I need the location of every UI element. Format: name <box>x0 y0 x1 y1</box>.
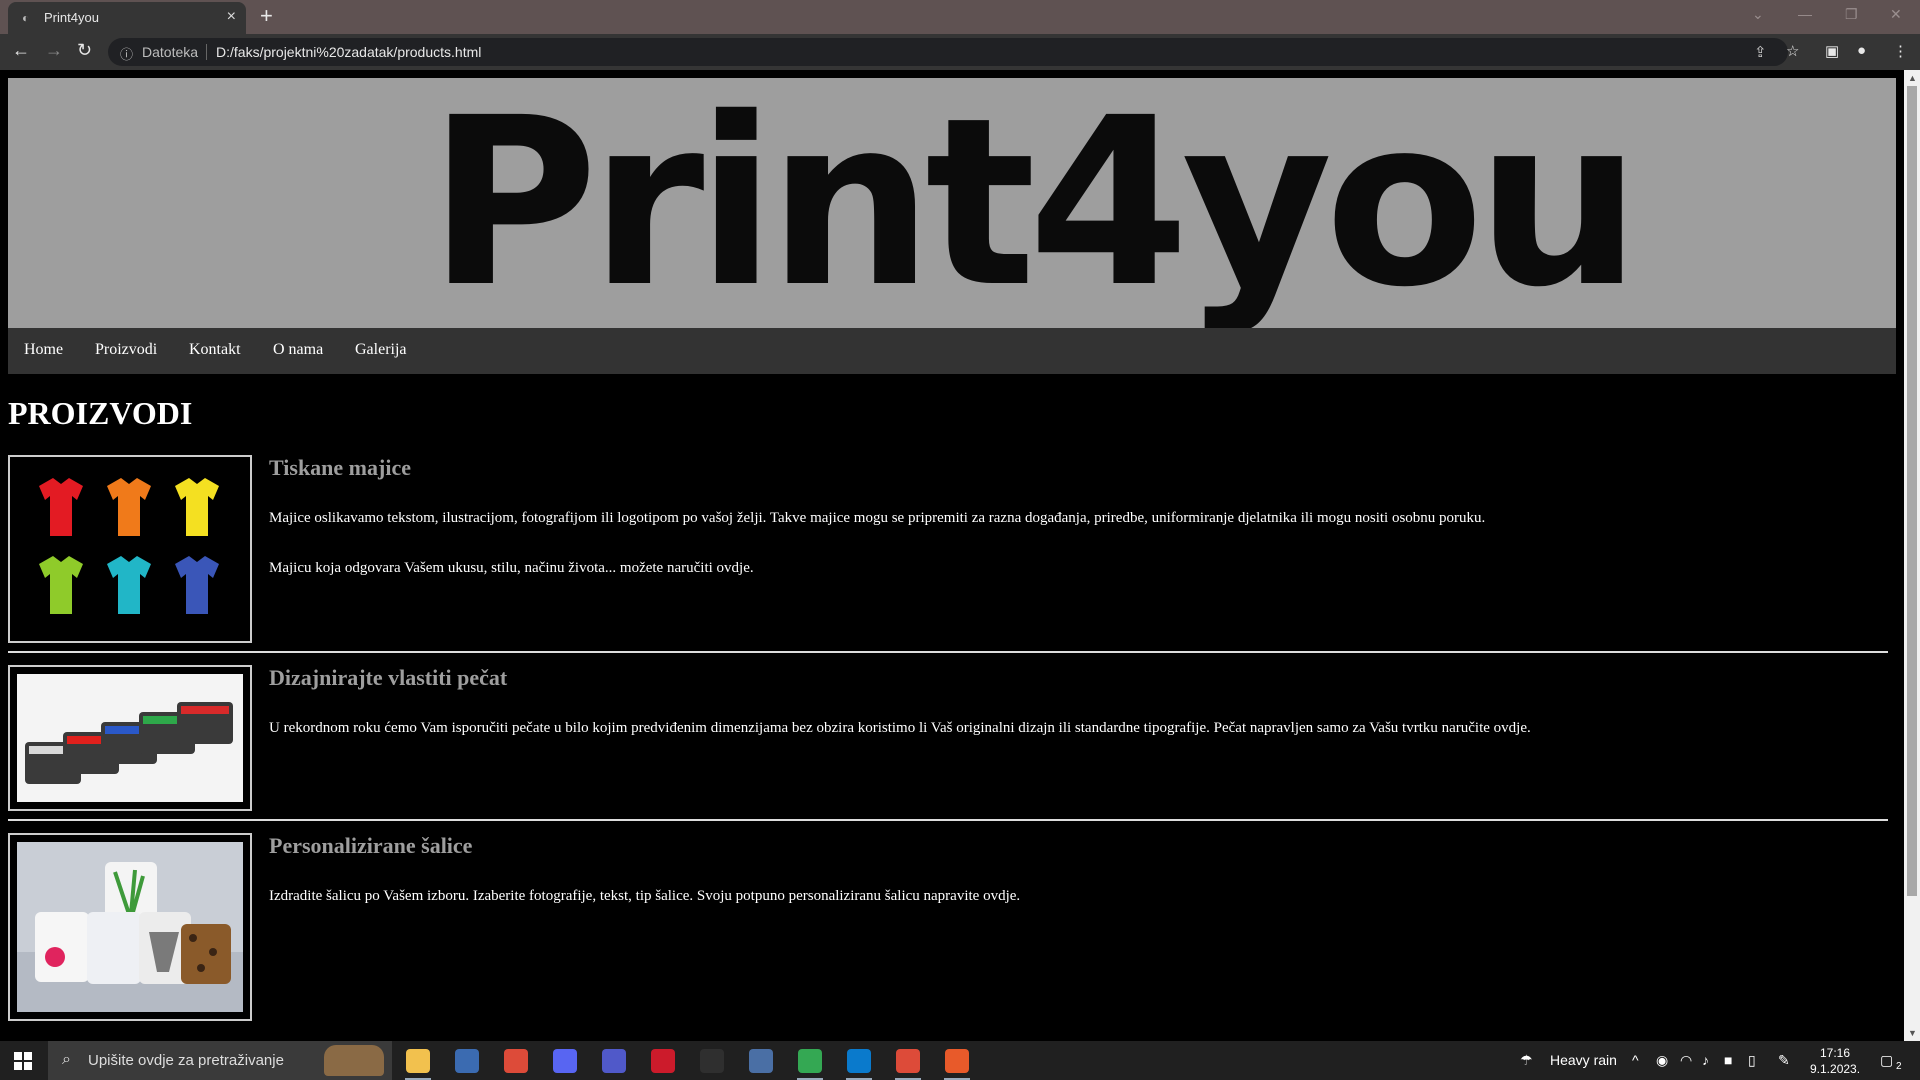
chrome-active-icon[interactable] <box>896 1049 920 1073</box>
browser-toolbar: ← → ↻ ⓘ Datoteka D:/faks/projektni%20zad… <box>0 34 1920 70</box>
search-highlight-image <box>324 1045 384 1076</box>
mugs-image <box>8 833 252 1021</box>
product-title: Tiskane majice <box>269 455 411 480</box>
site-nav: Home Proizvodi Kontakt O nama Galerija <box>8 328 1896 374</box>
share-icon[interactable]: ⇪ <box>1754 43 1767 61</box>
product-description: U rekordnom roku ćemo Vam isporučiti peč… <box>269 720 1531 736</box>
back-icon[interactable]: ← <box>12 40 30 61</box>
scroll-down-icon[interactable]: ▼ <box>1908 1028 1917 1038</box>
nav-kontakt[interactable]: Kontakt <box>189 341 241 359</box>
product-order-text: Majicu koja odgovara Vašem ukusu, stilu,… <box>269 560 754 576</box>
product-divider <box>8 651 1888 653</box>
address-scheme: Datoteka <box>142 44 199 60</box>
nav-galerija[interactable]: Galerija <box>355 341 407 359</box>
product-description: Majice oslikavamo tekstom, ilustracijom,… <box>269 510 1486 526</box>
tshirt <box>107 478 151 536</box>
info-icon[interactable]: ⓘ <box>120 44 133 63</box>
new-tab-button[interactable]: + <box>260 3 273 29</box>
taskbar-search[interactable]: ⌕ Upišite ovdje za pretraživanje <box>48 1041 392 1080</box>
url-text[interactable]: D:/faks/projektni%20zadatak/products.htm… <box>216 44 481 60</box>
bluej-icon[interactable] <box>455 1049 479 1073</box>
close-tab-icon[interactable]: × <box>227 8 236 26</box>
mugs-illustration <box>17 842 243 1012</box>
paint-icon[interactable] <box>945 1049 969 1073</box>
chrome-profile-icon[interactable] <box>798 1049 822 1073</box>
tshirts-illustration <box>39 478 219 614</box>
clock-date: 9.1.2023. <box>1810 1062 1861 1076</box>
menu-icon[interactable]: ⋮ <box>1893 42 1908 60</box>
product-divider <box>8 819 1888 821</box>
product-title: Dizajnirajte vlastiti pečat <box>269 665 508 690</box>
page-scrollbar[interactable]: ▲ ▼ <box>1904 70 1920 1041</box>
tshirts-image <box>8 455 252 643</box>
search-icon: ⌕ <box>62 1051 71 1068</box>
chrome-icon[interactable] <box>504 1049 528 1073</box>
address-bar[interactable]: ⓘ Datoteka D:/faks/projektni%20zadatak/p… <box>108 38 1788 66</box>
page-favicon-icon: ◐ <box>22 11 30 25</box>
notification-count: 2 <box>1896 1061 1902 1072</box>
tshirt <box>39 478 83 536</box>
network-icon[interactable]: ◠ <box>1680 1052 1692 1069</box>
file-explorer-icon[interactable] <box>406 1049 430 1073</box>
browser-tab-bar: ◐ Print4you × + ⌄ — ❐ ✕ <box>0 0 1920 34</box>
nav-o-nama[interactable]: O nama <box>273 341 323 359</box>
site-logo: Print4you <box>428 68 1641 338</box>
battery-icon[interactable]: ▯ <box>1748 1052 1756 1069</box>
scrollbar-thumb[interactable] <box>1907 86 1917 896</box>
reload-icon[interactable]: ↻ <box>77 40 92 61</box>
tab-search-chevron-icon[interactable]: ⌄ <box>1752 6 1764 23</box>
browser-tab[interactable]: ◐ Print4you × <box>8 2 246 34</box>
weather-icon[interactable]: ☂ <box>1520 1052 1533 1069</box>
volume-icon[interactable]: ♪ <box>1702 1052 1709 1068</box>
onedrive-icon[interactable]: ■ <box>1724 1052 1732 1068</box>
stamps-image <box>8 665 252 811</box>
taskbar-clock[interactable]: 17:16 9.1.2023. <box>1810 1045 1860 1077</box>
bookmark-star-icon[interactable]: ☆ <box>1786 42 1799 60</box>
windows-taskbar: ⌕ Upišite ovdje za pretraživanje ☂ Heavy… <box>0 1041 1920 1080</box>
product-title: Personalizirane šalice <box>269 833 473 858</box>
tshirt <box>107 556 151 614</box>
stamps-illustration <box>17 674 243 802</box>
search-placeholder[interactable]: Upišite ovdje za pretraživanje <box>88 1052 284 1069</box>
record-icon[interactable]: ◉ <box>1656 1052 1668 1069</box>
epic-games-icon[interactable] <box>700 1049 724 1073</box>
restore-icon[interactable]: ❐ <box>1845 6 1858 23</box>
pen-icon[interactable]: ✎ <box>1778 1052 1790 1069</box>
tshirt <box>39 556 83 614</box>
stamp-band <box>181 706 229 714</box>
calculator-icon[interactable] <box>749 1049 773 1073</box>
tshirt <box>175 478 219 536</box>
close-window-icon[interactable]: ✕ <box>1890 6 1902 23</box>
address-separator <box>206 44 207 60</box>
windows-start-icon[interactable] <box>14 1052 32 1070</box>
notifications-icon[interactable]: ▢ <box>1880 1052 1893 1069</box>
scroll-up-icon[interactable]: ▲ <box>1908 73 1917 83</box>
opera-icon[interactable] <box>651 1049 675 1073</box>
product-description: Izdradite šalicu po Vašem izboru. Izaber… <box>269 888 1021 904</box>
tray-chevron-icon[interactable]: ^ <box>1632 1052 1639 1068</box>
tshirt <box>175 556 219 614</box>
clock-time: 17:16 <box>1820 1046 1851 1060</box>
vscode-icon[interactable] <box>847 1049 871 1073</box>
discord-icon[interactable] <box>553 1049 577 1073</box>
nav-home[interactable]: Home <box>24 341 63 359</box>
page-title: PROIZVODI <box>8 395 193 431</box>
forward-icon[interactable]: → <box>45 40 63 61</box>
teams-icon[interactable] <box>602 1049 626 1073</box>
profile-icon[interactable]: ● <box>1857 42 1866 59</box>
site-banner: Print4you <box>8 78 1896 328</box>
minimize-icon[interactable]: — <box>1798 6 1812 22</box>
side-panel-icon[interactable]: ▣ <box>1825 42 1839 60</box>
page-viewport: Print4you Home Proizvodi Kontakt O nama … <box>0 70 1920 1041</box>
nav-proizvodi[interactable]: Proizvodi <box>95 341 157 359</box>
weather-text[interactable]: Heavy rain <box>1550 1052 1617 1068</box>
tab-title: Print4you <box>44 10 99 25</box>
